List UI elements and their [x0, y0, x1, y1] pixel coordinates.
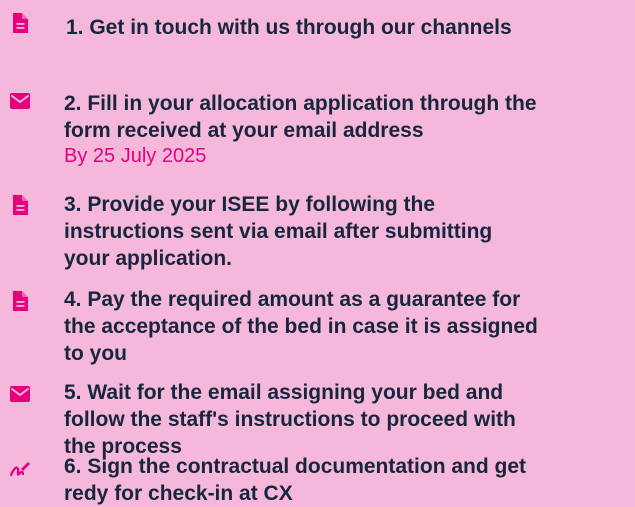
step-6-line-2: redy for check-in at CX	[64, 482, 293, 505]
step-3-text: 3. Provide your ISEE by following the in…	[64, 191, 635, 272]
document-icon	[13, 195, 28, 215]
step-6-text: 6. Sign the contractual documentation an…	[64, 453, 635, 507]
step-2-line-2: form received at your email address	[64, 119, 424, 142]
step-4-line-3: to you	[64, 342, 127, 365]
step-1-text: 1. Get in touch with us through our chan…	[66, 14, 635, 41]
step-3-line-1: 3. Provide your ISEE by following the	[64, 193, 436, 216]
mail-icon	[10, 93, 30, 109]
document-icon	[13, 13, 28, 33]
step-4-text: 4. Pay the required amount as a guarante…	[64, 286, 635, 367]
step-1-line-1: 1. Get in touch with us through our chan…	[66, 16, 512, 39]
step-2-text: 2. Fill in your allocation application t…	[64, 90, 635, 144]
mail-icon	[10, 386, 30, 402]
step-4-line-1: 4. Pay the required amount as a guarante…	[64, 288, 521, 311]
step-2-deadline: By 25 July 2025	[64, 145, 207, 167]
step-2-line-1: 2. Fill in your allocation application t…	[64, 92, 537, 115]
step-3-line-3: your application.	[64, 247, 233, 270]
document-icon	[13, 291, 28, 311]
step-3-line-2: instructions sent via email after submit…	[64, 220, 493, 243]
step-5-line-1: 5. Wait for the email assigning your bed…	[64, 381, 504, 404]
step-5-text: 5. Wait for the email assigning your bed…	[64, 379, 635, 460]
step-4-line-2: the acceptance of the bed in case it is …	[64, 315, 538, 338]
step-5-line-2: follow the staff's instructions to proce…	[64, 408, 516, 431]
signature-icon	[9, 462, 30, 477]
step-6-line-1: 6. Sign the contractual documentation an…	[64, 455, 527, 478]
